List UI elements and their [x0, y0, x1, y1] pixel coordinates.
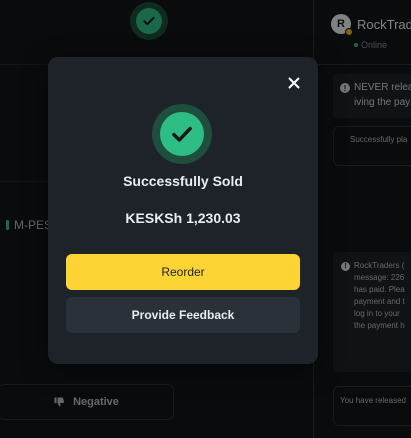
close-icon: [288, 77, 300, 89]
provide-feedback-button[interactable]: Provide Feedback: [66, 297, 300, 333]
sold-amount: KESKSh 1,230.03: [125, 210, 241, 226]
sale-success-dialog: Successfully Sold KESKSh 1,230.03 Reorde…: [48, 57, 318, 364]
reorder-button[interactable]: Reorder: [66, 254, 300, 290]
dialog-title: Successfully Sold: [123, 173, 243, 189]
check-circle-icon: [152, 104, 212, 164]
close-button[interactable]: [286, 75, 302, 91]
check-icon: [172, 126, 192, 142]
